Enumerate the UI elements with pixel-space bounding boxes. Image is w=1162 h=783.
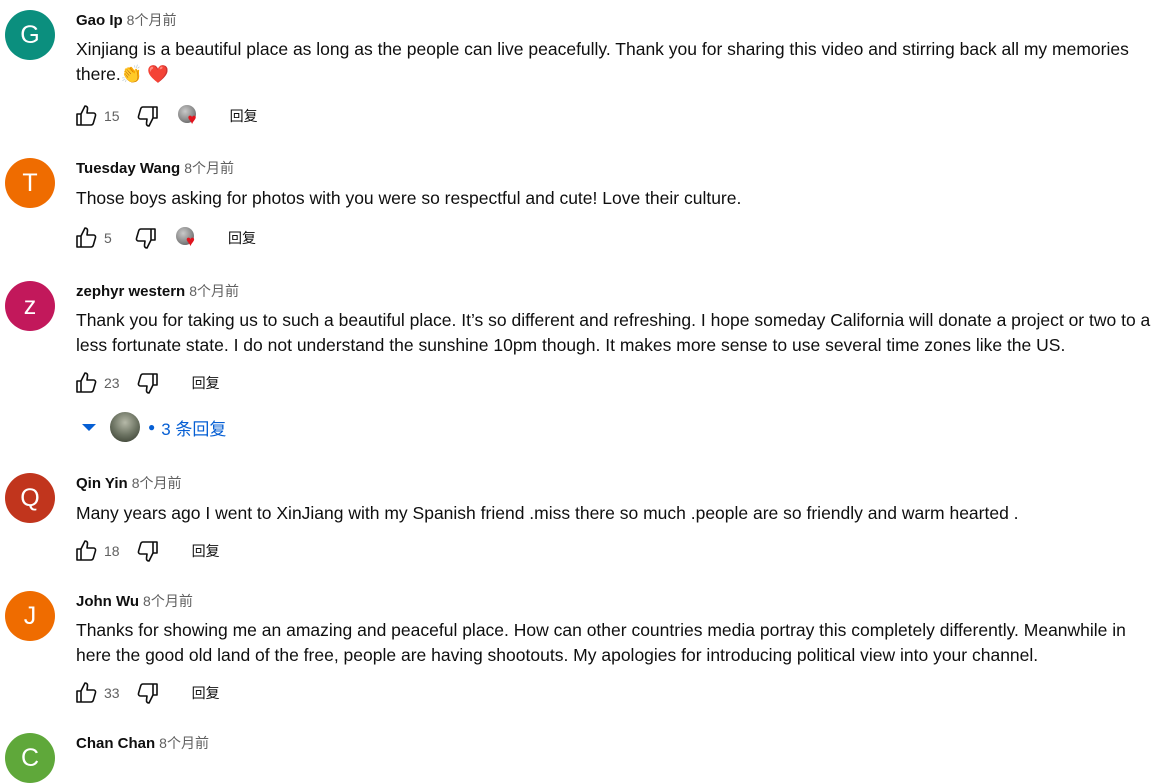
comment-actions: 15 ♥ 回复 <box>72 102 258 130</box>
comment-time[interactable]: 8个月前 <box>159 735 209 751</box>
comment-text: Thanks for showing me an amazing and pea… <box>76 620 1126 665</box>
chevron-down-icon <box>82 424 96 431</box>
like-icon[interactable] <box>72 102 100 130</box>
comment-text: Thank you for taking us to such a beauti… <box>76 310 1151 355</box>
comment-header: Chan Chan 8个月前 <box>76 734 209 753</box>
comment-header: zephyr western 8个月前 <box>76 282 239 301</box>
dislike-icon[interactable] <box>134 369 162 397</box>
avatar[interactable]: z <box>5 281 55 331</box>
reply-avatar <box>110 412 140 442</box>
dislike-icon[interactable] <box>134 679 162 707</box>
author-name[interactable]: Tuesday Wang <box>76 160 180 177</box>
comment-actions: 18 回复 <box>72 537 220 565</box>
comment-text: Many years ago I went to XinJiang with m… <box>76 503 1019 523</box>
avatar[interactable]: T <box>5 158 55 208</box>
view-replies-button[interactable]: ● 3 条回复 <box>80 411 226 443</box>
comment-time[interactable]: 8个月前 <box>184 160 234 176</box>
author-name[interactable]: Gao Ip <box>76 12 123 29</box>
comment-time[interactable]: 8个月前 <box>189 283 239 299</box>
author-name[interactable]: John Wu <box>76 593 139 610</box>
replies-count-label: 3 条回复 <box>161 419 227 439</box>
reply-button[interactable]: 回复 <box>228 228 256 248</box>
creator-heart-icon: ♥ <box>176 225 202 251</box>
comment-time[interactable]: 8个月前 <box>132 475 182 491</box>
comment-time[interactable]: 8个月前 <box>127 12 177 28</box>
avatar[interactable]: G <box>5 10 55 60</box>
avatar[interactable]: J <box>5 591 55 641</box>
dislike-icon[interactable] <box>132 224 160 252</box>
author-name[interactable]: Chan Chan <box>76 735 155 752</box>
author-name[interactable]: zephyr western <box>76 283 185 300</box>
like-count: 15 <box>104 108 120 124</box>
creator-heart-icon: ♥ <box>177 103 204 129</box>
reply-button[interactable]: 回复 <box>192 373 220 393</box>
author-name[interactable]: Qin Yin <box>76 475 128 492</box>
like-count: 18 <box>104 543 120 559</box>
reply-button[interactable]: 回复 <box>192 683 220 703</box>
avatar[interactable]: Q <box>5 473 55 523</box>
comment-header: Gao Ip 8个月前 <box>76 11 176 30</box>
dislike-icon[interactable] <box>134 537 162 565</box>
comment-actions: 5 ♥ 回复 <box>72 224 256 252</box>
reply-button[interactable]: 回复 <box>192 541 220 561</box>
comment-text: Those boys asking for photos with you we… <box>76 188 742 208</box>
comment-header: Qin Yin 8个月前 <box>76 474 181 493</box>
like-icon[interactable] <box>72 369 100 397</box>
separator-dot: ● <box>148 420 156 434</box>
like-count: 23 <box>104 375 120 391</box>
like-icon[interactable] <box>72 224 100 252</box>
like-icon[interactable] <box>72 679 100 707</box>
comment-time[interactable]: 8个月前 <box>143 593 193 609</box>
avatar[interactable]: C <box>5 733 55 783</box>
comment-header: John Wu 8个月前 <box>76 592 193 611</box>
comment-text: Xinjiang is a beautiful place as long as… <box>76 39 1129 84</box>
comment-actions: 33 回复 <box>72 679 220 707</box>
comment-header: Tuesday Wang 8个月前 <box>76 159 234 178</box>
comment-actions: 23 回复 <box>72 369 220 397</box>
like-icon[interactable] <box>72 537 100 565</box>
like-count: 5 <box>104 230 112 246</box>
reply-button[interactable]: 回复 <box>230 106 258 126</box>
dislike-icon[interactable] <box>134 102 162 130</box>
like-count: 33 <box>104 685 120 701</box>
